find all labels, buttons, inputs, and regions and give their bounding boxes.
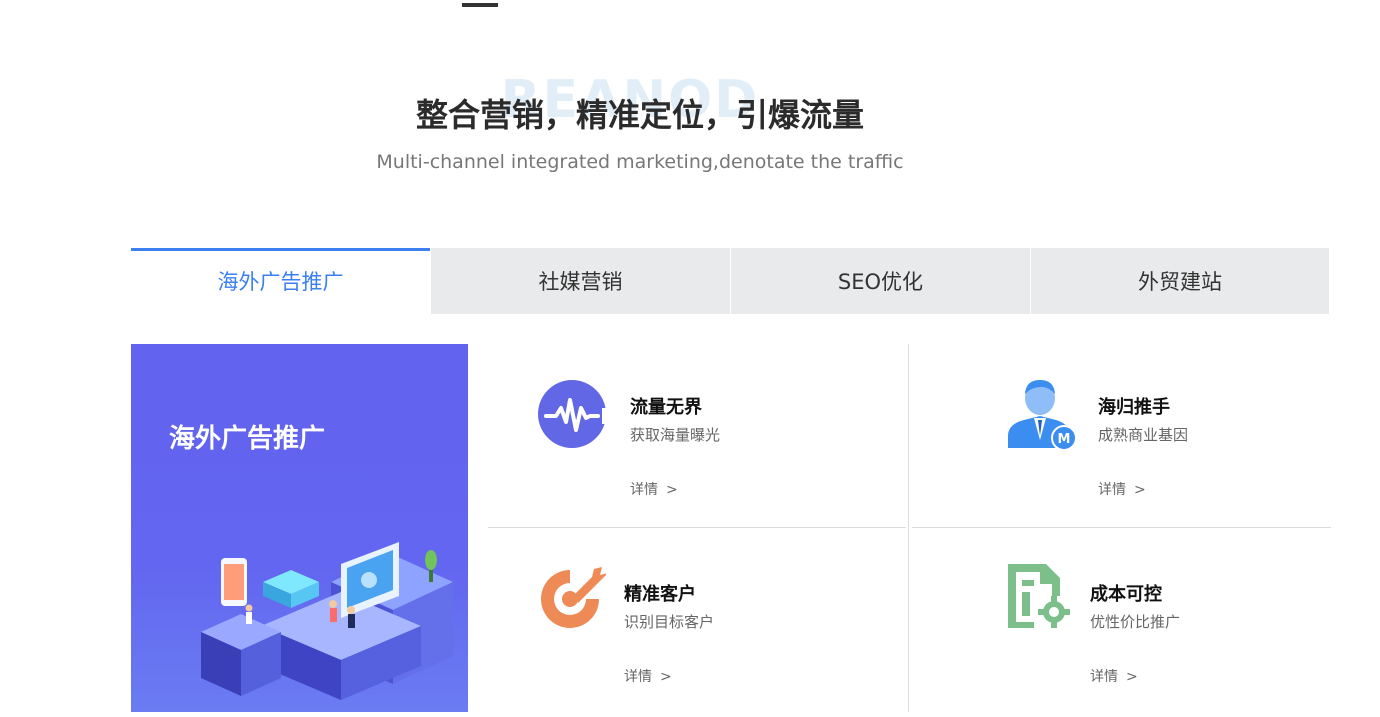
isometric-marketing-illustration-icon <box>201 542 453 700</box>
details-link[interactable]: 详情 > <box>624 666 672 686</box>
grid-divider-horizontal-left <box>488 527 906 528</box>
document-gear-icon <box>1008 564 1070 628</box>
feature-desc: 获取海量曝光 <box>630 426 721 444</box>
feature-desc: 识别目标客户 <box>624 613 715 631</box>
feature-card-cost-control[interactable]: 成本可控 优性价比推广 详情 > <box>1004 562 1324 692</box>
chevron-right-icon: > <box>660 669 672 685</box>
target-arrow-icon <box>541 567 606 628</box>
chevron-right-icon: > <box>1126 669 1138 685</box>
tab-seo[interactable]: SEO优化 <box>731 248 1030 314</box>
tab-bar: 海外广告推广 社媒营销 SEO优化 外贸建站 <box>131 248 1331 314</box>
page-subtitle: Multi-channel integrated marketing,denot… <box>376 151 904 173</box>
top-dash-decoration <box>462 3 498 7</box>
feature-card-precise-customers[interactable]: 精准客户 识别目标客户 详情 > <box>536 564 866 694</box>
chevron-right-icon: > <box>666 482 678 498</box>
promo-panel: 海外广告推广 <box>131 344 468 712</box>
feature-desc: 优性价比推广 <box>1090 613 1181 631</box>
feature-card-traffic[interactable]: 流量无界 获取海量曝光 详情 > <box>536 378 866 508</box>
chevron-right-icon: > <box>1134 482 1146 498</box>
tab-overseas-ads[interactable]: 海外广告推广 <box>131 248 430 314</box>
manager-avatar-icon: M <box>1008 380 1077 451</box>
grid-divider-horizontal-right <box>912 527 1331 528</box>
tab-website-building[interactable]: 外贸建站 <box>1031 248 1329 314</box>
details-link[interactable]: 详情 > <box>1090 666 1138 686</box>
pulse-wave-icon <box>538 380 612 448</box>
grid-divider-vertical <box>908 344 909 712</box>
feature-grid: 流量无界 获取海量曝光 详情 > M 海归推手 成熟商业基因 详情 > 精准客户 识… <box>488 344 1331 712</box>
promo-title: 海外广告推广 <box>169 424 326 454</box>
tab-social-media[interactable]: 社媒营销 <box>431 248 730 314</box>
feature-desc: 成熟商业基因 <box>1098 426 1189 444</box>
feature-card-returnee[interactable]: M 海归推手 成熟商业基因 详情 > <box>1004 378 1324 508</box>
feature-title: 精准客户 <box>624 584 696 605</box>
page-title: 整合营销，精准定位，引爆流量 <box>415 96 864 134</box>
svg-text:M: M <box>1058 432 1071 447</box>
feature-title: 成本可控 <box>1090 584 1162 605</box>
details-link[interactable]: 详情 > <box>630 479 678 499</box>
feature-title: 流量无界 <box>630 397 702 418</box>
details-link[interactable]: 详情 > <box>1098 479 1146 499</box>
feature-title: 海归推手 <box>1098 397 1170 418</box>
